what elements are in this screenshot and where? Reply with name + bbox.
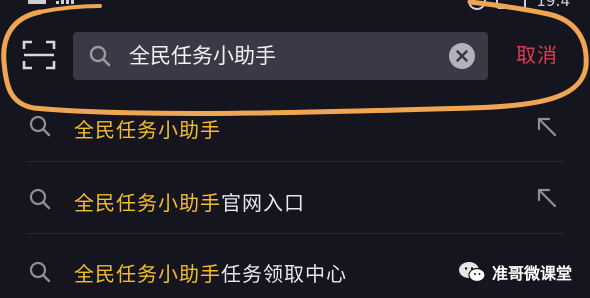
suggestion-item[interactable]: 全民任务小助手官网入口	[0, 162, 590, 234]
alarm-icon	[468, 0, 487, 10]
search-input[interactable]	[129, 32, 429, 80]
suggestion-highlight: 全民任务小助手	[74, 262, 221, 286]
search-icon	[29, 188, 51, 210]
search-screen: 19:4 取消	[0, 0, 590, 298]
search-icon	[29, 261, 51, 283]
status-bar: 19:4	[0, 0, 590, 16]
fill-query-arrow-icon[interactable]	[536, 187, 558, 209]
suggestion-text: 全民任务小助手任务领取中心	[74, 258, 347, 287]
watermark-text: 准哥微课堂	[492, 264, 573, 283]
suggestion-rest: 官网入口	[221, 191, 305, 215]
status-left-icons	[28, 0, 74, 4]
sim-card-icon	[28, 0, 46, 4]
suggestion-text: 全民任务小助手	[74, 114, 221, 143]
signal-icon	[56, 0, 74, 4]
suggestion-item[interactable]: 全民任务小助手	[0, 90, 590, 162]
fill-query-arrow-icon[interactable]	[536, 116, 558, 138]
scan-icon[interactable]	[22, 40, 56, 70]
wechat-logo-icon	[459, 262, 486, 283]
watermark: 准哥微课堂	[458, 260, 572, 284]
status-right-icons: 19:4	[468, 0, 570, 10]
search-header: 取消	[0, 28, 590, 84]
status-time: 19:4	[536, 0, 570, 10]
suggestion-highlight: 全民任务小助手	[74, 118, 221, 142]
suggestion-text: 全民任务小助手官网入口	[74, 187, 305, 216]
search-icon	[89, 45, 111, 67]
suggestion-rest: 任务领取中心	[221, 262, 347, 286]
suggestion-highlight: 全民任务小助手	[74, 191, 221, 215]
search-icon	[29, 115, 51, 137]
battery-icon	[496, 0, 527, 9]
clear-button[interactable]	[449, 43, 475, 69]
search-box[interactable]	[73, 32, 488, 80]
cancel-button[interactable]: 取消	[516, 40, 558, 70]
close-icon	[456, 50, 468, 62]
